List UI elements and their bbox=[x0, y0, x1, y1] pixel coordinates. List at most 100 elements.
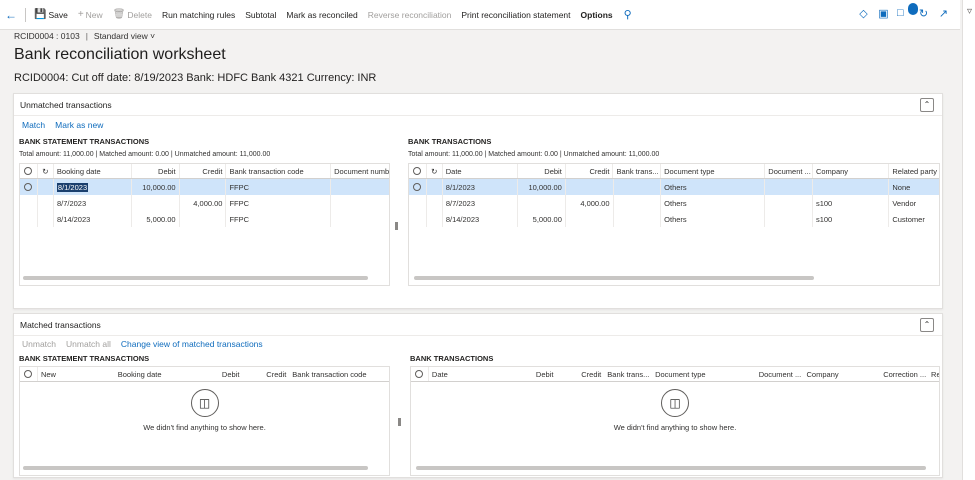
col-company[interactable]: Company bbox=[813, 164, 890, 178]
bank-totals: Total amount: 11,000.00 | Matched amount… bbox=[408, 151, 660, 158]
col-document-number[interactable]: Document numb bbox=[331, 164, 389, 178]
col-bank-transaction-code[interactable]: Bank transaction code bbox=[289, 367, 389, 381]
select-all-radio[interactable] bbox=[20, 164, 38, 178]
matched-statement-header: New Booking date Debit Credit Bank trans… bbox=[20, 367, 389, 382]
refresh-icon[interactable]: ↻ bbox=[38, 164, 54, 178]
print-statement-button[interactable]: Print reconciliation statement bbox=[456, 10, 575, 20]
unmatched-transactions-panel: Unmatched transactions ⌃ Match Mark as n… bbox=[13, 93, 943, 309]
horizontal-scrollbar[interactable] bbox=[23, 276, 368, 280]
match-button[interactable]: Match bbox=[22, 120, 45, 130]
table-row[interactable]: 8/14/2023 5,000.00 Others s100 Customer bbox=[409, 211, 939, 227]
subtotal-button[interactable]: Subtotal bbox=[240, 10, 281, 20]
select-all-radio[interactable] bbox=[20, 367, 38, 381]
col-credit[interactable]: Credit bbox=[556, 367, 604, 381]
matched-bank-title: BANK TRANSACTIONS bbox=[410, 354, 494, 363]
select-all-radio[interactable] bbox=[411, 367, 429, 381]
empty-state: ◫ We didn't find anything to show here. bbox=[20, 389, 389, 432]
mark-as-new-button[interactable]: Mark as new bbox=[55, 120, 103, 130]
col-booking-date[interactable]: Booking date bbox=[54, 164, 132, 178]
col-debit[interactable]: Debit bbox=[518, 164, 566, 178]
unmatched-header[interactable]: Unmatched transactions ⌃ bbox=[14, 94, 942, 116]
open-new-window-icon[interactable]: ↗ bbox=[937, 7, 950, 20]
code-cell: FFPC bbox=[226, 179, 332, 195]
search-icon[interactable]: ⚲ bbox=[618, 8, 638, 21]
chevron-down-icon: ˅ bbox=[150, 31, 156, 41]
booking-date-cell[interactable]: 8/1/2023 bbox=[54, 179, 132, 195]
splitter-handle[interactable] bbox=[398, 418, 401, 426]
select-all-radio[interactable] bbox=[409, 164, 427, 178]
col-new[interactable]: New bbox=[38, 367, 115, 381]
splitter-handle[interactable] bbox=[395, 222, 398, 230]
row-radio[interactable] bbox=[409, 179, 427, 195]
new-button[interactable]: + New bbox=[73, 9, 108, 20]
row-radio[interactable] bbox=[20, 179, 38, 195]
col-document[interactable]: Document ... bbox=[765, 164, 813, 178]
empty-box-icon: ◫ bbox=[661, 389, 689, 417]
col-correction[interactable]: Correction ... bbox=[880, 367, 928, 381]
refresh-icon[interactable]: ↻ bbox=[427, 164, 443, 178]
notifications-icon[interactable]: □ 0 bbox=[897, 3, 918, 20]
collapse-icon[interactable]: ⌃ bbox=[920, 318, 934, 332]
bank-section-title: BANK TRANSACTIONS bbox=[408, 137, 492, 146]
delete-button[interactable]: 🗑 Delete bbox=[108, 9, 157, 20]
table-row[interactable]: 8/7/2023 4,000.00 Others s100 Vendor bbox=[409, 195, 939, 211]
save-button[interactable]: 💾 Save bbox=[29, 9, 73, 20]
col-document-type[interactable]: Document type bbox=[661, 164, 766, 178]
change-view-button[interactable]: Change view of matched transactions bbox=[121, 339, 263, 349]
refresh-icon[interactable]: ↻ bbox=[917, 7, 930, 20]
credit-cell bbox=[180, 211, 227, 227]
toolbar-divider bbox=[25, 7, 26, 22]
run-matching-rules-button[interactable]: Run matching rules bbox=[157, 10, 240, 20]
col-credit[interactable]: Credit bbox=[566, 164, 614, 178]
debit-cell: 10,000.00 bbox=[132, 179, 180, 195]
page-subtitle: RCID0004: Cut off date: 8/19/2023 Bank: … bbox=[14, 72, 377, 84]
col-related-party[interactable]: Related party bbox=[889, 164, 939, 178]
page-title: Bank reconciliation worksheet bbox=[14, 46, 226, 63]
table-row[interactable]: 8/7/2023 4,000.00 FFPC bbox=[20, 195, 389, 211]
col-debit[interactable]: Debit bbox=[132, 164, 180, 178]
options-tab[interactable]: Options bbox=[576, 10, 618, 20]
col-related[interactable]: Re bbox=[928, 367, 939, 381]
col-bank-trans[interactable]: Bank trans... bbox=[613, 164, 662, 178]
debit-cell bbox=[132, 195, 180, 211]
col-document-type[interactable]: Document type bbox=[652, 367, 756, 381]
col-document[interactable]: Document ... bbox=[756, 367, 804, 381]
horizontal-scrollbar[interactable] bbox=[416, 466, 926, 470]
col-debit[interactable]: Debit bbox=[187, 367, 243, 381]
action-pane: ← 💾 Save + New 🗑 Delete Run matching rules … bbox=[0, 0, 960, 30]
table-row[interactable]: 8/1/2023 10,000.00 Others None bbox=[409, 179, 939, 195]
matched-header[interactable]: Matched transactions ⌃ bbox=[14, 314, 942, 336]
mark-as-reconciled-button[interactable]: Mark as reconciled bbox=[281, 10, 362, 20]
credit-cell bbox=[180, 179, 227, 195]
back-arrow-icon[interactable]: ← bbox=[0, 8, 22, 22]
record-caption: RCID0004 : 0103 bbox=[14, 31, 80, 41]
diamond-icon[interactable]: ◇ bbox=[857, 7, 870, 20]
col-bank-trans[interactable]: Bank trans... bbox=[604, 367, 652, 381]
col-credit[interactable]: Credit bbox=[180, 164, 227, 178]
horizontal-scrollbar[interactable] bbox=[414, 276, 814, 280]
col-bank-transaction-code[interactable]: Bank transaction code bbox=[226, 164, 332, 178]
credit-cell: 4,000.00 bbox=[180, 195, 227, 211]
filter-icon[interactable]: ▿ bbox=[967, 6, 972, 17]
col-date[interactable]: Date bbox=[429, 367, 505, 381]
col-date[interactable]: Date bbox=[443, 164, 519, 178]
collapse-icon[interactable]: ⌃ bbox=[920, 98, 934, 112]
table-row[interactable]: 8/1/2023 10,000.00 FFPC bbox=[20, 179, 389, 195]
office-icon[interactable]: ▣ bbox=[877, 7, 890, 20]
horizontal-scrollbar[interactable] bbox=[23, 466, 368, 470]
reverse-reconciliation-button[interactable]: Reverse reconciliation bbox=[363, 10, 457, 20]
bank-grid: ↻ Date Debit Credit Bank trans... Docume… bbox=[408, 163, 940, 286]
right-side-pane: ▿ bbox=[962, 0, 975, 480]
trash-icon: 🗑 bbox=[112, 9, 126, 20]
breadcrumb-divider: | bbox=[85, 31, 88, 41]
unmatch-all-button[interactable]: Unmatch all bbox=[66, 339, 111, 349]
col-debit[interactable]: Debit bbox=[505, 367, 557, 381]
matched-actions: Unmatch Unmatch all Change view of match… bbox=[22, 339, 263, 349]
col-company[interactable]: Company bbox=[804, 367, 881, 381]
statement-totals: Total amount: 11,000.00 | Matched amount… bbox=[19, 151, 271, 158]
col-booking-date[interactable]: Booking date bbox=[115, 367, 187, 381]
unmatch-button[interactable]: Unmatch bbox=[22, 339, 56, 349]
view-selector[interactable]: Standard view ˅ bbox=[94, 31, 155, 41]
col-credit[interactable]: Credit bbox=[242, 367, 289, 381]
table-row[interactable]: 8/14/2023 5,000.00 FFPC bbox=[20, 211, 389, 227]
